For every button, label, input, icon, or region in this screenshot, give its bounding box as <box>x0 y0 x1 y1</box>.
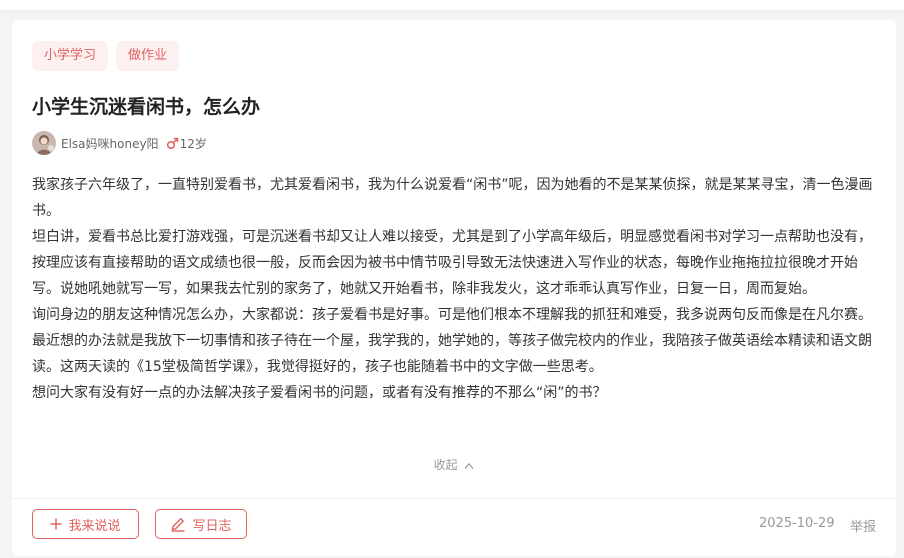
write-diary-button[interactable]: 写日志 <box>155 509 247 539</box>
author-name[interactable]: Elsa妈咪honey阳 <box>61 135 159 152</box>
collapse-toggle[interactable]: 收起 <box>12 456 896 473</box>
write-diary-button-label: 写日志 <box>192 518 232 534</box>
tag-primary-learning[interactable]: 小学学习 <box>32 41 109 71</box>
post-card: 小学学习 做作业 小学生沉迷看闲书，怎么办 Elsa妈咪honey阳 12岁 我… <box>12 20 896 556</box>
tag-homework[interactable]: 做作业 <box>116 41 180 71</box>
author-row: Elsa妈咪honey阳 12岁 <box>32 131 207 155</box>
top-strip <box>0 0 904 11</box>
post-paragraph: 坦白讲，爱看书总比爱打游戏强，可是沉迷看书却又让人难以接受，尤其是到了小学高年级… <box>32 229 872 297</box>
avatar[interactable] <box>32 131 56 155</box>
pencil-icon <box>171 518 185 532</box>
post-paragraph: 想问大家有没有好一点的办法解决孩子爱看闲书的问题，或者有没有推荐的不那么“闲”的… <box>32 385 607 401</box>
plus-icon <box>50 518 62 530</box>
comment-button-label: 我来说说 <box>68 518 121 534</box>
collapse-label: 收起 <box>433 458 458 472</box>
post-paragraph: 我家孩子六年级了，一直特别爱看书，尤其爱看闲书，我为什么说爱看“闲书”呢，因为她… <box>32 177 873 219</box>
post-date: 2025-10-29 <box>759 516 835 531</box>
tag-list: 小学学习 做作业 <box>32 41 180 71</box>
post-title: 小学生沉迷看闲书，怎么办 <box>32 96 261 118</box>
chevron-up-icon <box>464 459 474 473</box>
post-paragraph: 最近想的办法就是我放下一切事情和孩子待在一个屋，我学我的，她学她的，等孩子做完校… <box>32 333 872 375</box>
post-body: 我家孩子六年级了，一直特别爱看书，尤其爱看闲书，我为什么说爱看“闲书”呢，因为她… <box>32 172 878 406</box>
divider <box>12 498 896 499</box>
comment-button[interactable]: 我来说说 <box>32 509 139 539</box>
child-age: 12岁 <box>179 136 207 151</box>
male-icon <box>166 137 179 150</box>
report-link[interactable]: 举报 <box>850 516 876 535</box>
post-paragraph: 询问身边的朋友这种情况怎么办，大家都说：孩子爱看书是好事。可是他们根本不理解我的… <box>32 307 872 323</box>
